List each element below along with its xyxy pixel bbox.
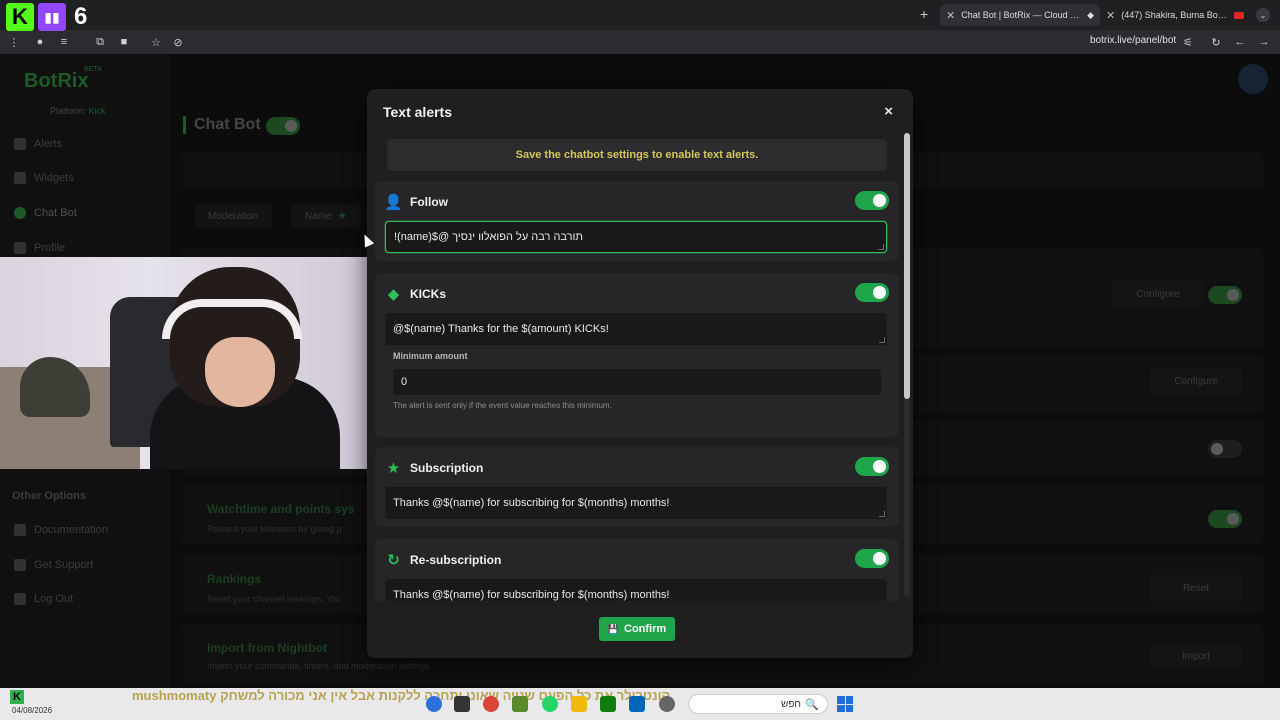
- alert-name: Re-subscription: [410, 552, 502, 567]
- star-icon: ★: [386, 459, 401, 477]
- alert-header: ★ Subscription: [385, 459, 484, 477]
- bookmark-star-icon[interactable]: ☆: [148, 34, 164, 50]
- search-placeholder: חפש: [781, 698, 801, 710]
- subscription-message-text: Thanks @$(name) for subscribing for $(mo…: [393, 497, 670, 509]
- viewer-count: 6: [74, 3, 88, 30]
- chat-username: mushmomaty: [131, 688, 217, 703]
- twitch-logo-icon: ▮▮: [38, 3, 66, 31]
- minimum-amount-input[interactable]: 0: [393, 369, 881, 395]
- alert-name: Subscription: [410, 460, 484, 475]
- kick-logo-icon: K: [6, 3, 34, 31]
- back-icon[interactable]: ←: [1232, 34, 1248, 50]
- xbox-icon[interactable]: [600, 696, 616, 712]
- file-explorer-icon[interactable]: [571, 696, 587, 712]
- browser-tab-strip: K ▮▮ 6 + ✕ Chat Bot | BotRix — Cloud Str…: [0, 0, 1280, 31]
- alert-subscription: ★ Subscription Thanks @$(name) for subsc…: [375, 447, 899, 527]
- tab-botrix[interactable]: ✕ Chat Bot | BotRix — Cloud Stre ◆: [940, 4, 1100, 26]
- resubscription-message-text: Thanks @$(name) for subscribing for $(mo…: [393, 589, 670, 601]
- follow-message-text: תורבה רבה על הפואלוו ינסיך @$(name)!: [394, 231, 584, 243]
- app-icon[interactable]: [512, 696, 528, 712]
- resize-handle[interactable]: [879, 511, 885, 517]
- alert-resubscription: ↻ Re-subscription Thanks @$(name) for su…: [375, 539, 899, 601]
- audio-icon: ◆: [1087, 9, 1094, 20]
- puzzle-icon[interactable]: ⧉: [92, 34, 108, 50]
- forward-icon[interactable]: →: [1256, 34, 1272, 50]
- kicks-message-input[interactable]: @$(name) Thanks for the $(amount) KICKs!: [385, 313, 887, 345]
- search-icon: 🔍: [805, 699, 819, 711]
- kicks-message-text: @$(name) Thanks for the $(amount) KICKs!: [393, 323, 609, 335]
- app-icon[interactable]: [426, 696, 442, 712]
- scrollbar-thumb[interactable]: [904, 133, 910, 399]
- close-icon[interactable]: ×: [884, 103, 893, 120]
- save-notice: Save the chatbot settings to enable text…: [387, 139, 887, 171]
- tab-title: Chat Bot | BotRix — Cloud Stre: [961, 10, 1082, 20]
- alert-name: KICKs: [410, 286, 447, 301]
- alert-header: 👤 Follow: [384, 193, 448, 211]
- record-icon[interactable]: ■: [116, 34, 132, 50]
- modal-scrollbar[interactable]: [904, 133, 910, 597]
- resize-handle[interactable]: [879, 337, 885, 343]
- confirm-label: Confirm: [624, 623, 667, 635]
- close-tab-icon[interactable]: ✕: [946, 9, 955, 22]
- user-plus-icon: 👤: [384, 193, 403, 211]
- subscription-toggle[interactable]: [855, 457, 889, 476]
- reload-icon[interactable]: ↻: [1208, 34, 1224, 50]
- resubscription-toggle[interactable]: [855, 549, 889, 568]
- text-alerts-modal: Text alerts × Save the chatbot settings …: [367, 89, 913, 658]
- browser-toolbar: ⋮ ● ≡ ⧉ ■ ☆ ⊘ botrix.live/panel/bot ⚟ ↻ …: [0, 30, 1280, 54]
- tab-list-chevron-icon[interactable]: ⌄: [1256, 8, 1270, 22]
- tab-youtube[interactable]: ✕ (447) Shakira, Burna Boy - (: [1100, 4, 1250, 26]
- alert-header: ◆ KICKs: [385, 285, 447, 303]
- modal-title: Text alerts: [383, 104, 452, 120]
- menu-dots-icon[interactable]: ⋮: [6, 34, 22, 50]
- gem-icon: ◆: [387, 285, 400, 303]
- headphones: [162, 299, 302, 339]
- resubscription-message-input[interactable]: Thanks @$(name) for subscribing for $(mo…: [385, 579, 887, 601]
- minimum-amount-label: Minimum amount: [393, 351, 468, 361]
- webcam-overlay: [0, 257, 376, 469]
- youtube-icon: [1234, 11, 1244, 19]
- refresh-icon: ↻: [387, 551, 400, 569]
- clock-date: 04/08/2026: [12, 706, 53, 715]
- minimum-amount-group: Minimum amount 0 The alert is sent only …: [385, 347, 887, 425]
- chrome-icon[interactable]: [483, 696, 499, 712]
- alerts-scroll-area[interactable]: Save the chatbot settings to enable text…: [375, 133, 901, 601]
- alert-kicks: ◆ KICKs @$(name) Thanks for the $(amount…: [375, 273, 899, 437]
- profile-icon[interactable]: ●: [32, 34, 48, 50]
- stream-overlay-logos: K ▮▮ 6: [6, 3, 87, 31]
- extension-icon[interactable]: ≡: [56, 34, 72, 50]
- whatsapp-icon[interactable]: [542, 696, 558, 712]
- taskbar-search[interactable]: חפש 🔍: [688, 694, 828, 714]
- tune-icon[interactable]: ⚟: [1180, 34, 1196, 50]
- follow-message-input[interactable]: תורבה רבה על הפואלוו ינסיך @$(name)!: [385, 221, 887, 253]
- subscription-message-input[interactable]: Thanks @$(name) for subscribing for $(mo…: [385, 487, 887, 519]
- alert-name: Follow: [410, 194, 448, 209]
- kick-chat-icon: K: [10, 690, 24, 704]
- settings-gear-icon[interactable]: [659, 696, 675, 712]
- tab-title: (447) Shakira, Burna Boy - (: [1121, 10, 1228, 20]
- close-tab-icon[interactable]: ✕: [1106, 9, 1115, 22]
- windows-taskbar: K קונטרולר את כל הפעם שנייה שאוני ותחכה …: [0, 688, 1280, 720]
- alert-follow: 👤 Follow תורבה רבה על הפואלוו ינסיך @$(n…: [375, 181, 899, 261]
- follow-toggle[interactable]: [855, 191, 889, 210]
- minimum-amount-hint: The alert is sent only if the event valu…: [393, 401, 612, 410]
- save-icon: 💾: [607, 623, 620, 634]
- address-bar[interactable]: botrix.live/panel/bot: [1090, 35, 1176, 46]
- store-icon[interactable]: [629, 696, 645, 712]
- alert-header: ↻ Re-subscription: [385, 551, 502, 569]
- confirm-button[interactable]: 💾 Confirm: [599, 617, 675, 641]
- eye-off-icon[interactable]: ⊘: [170, 34, 186, 50]
- resize-handle[interactable]: [878, 244, 884, 250]
- windows-start-icon[interactable]: [837, 696, 853, 712]
- app-icon[interactable]: [454, 696, 470, 712]
- kicks-toggle[interactable]: [855, 283, 889, 302]
- new-tab-icon[interactable]: +: [920, 6, 928, 22]
